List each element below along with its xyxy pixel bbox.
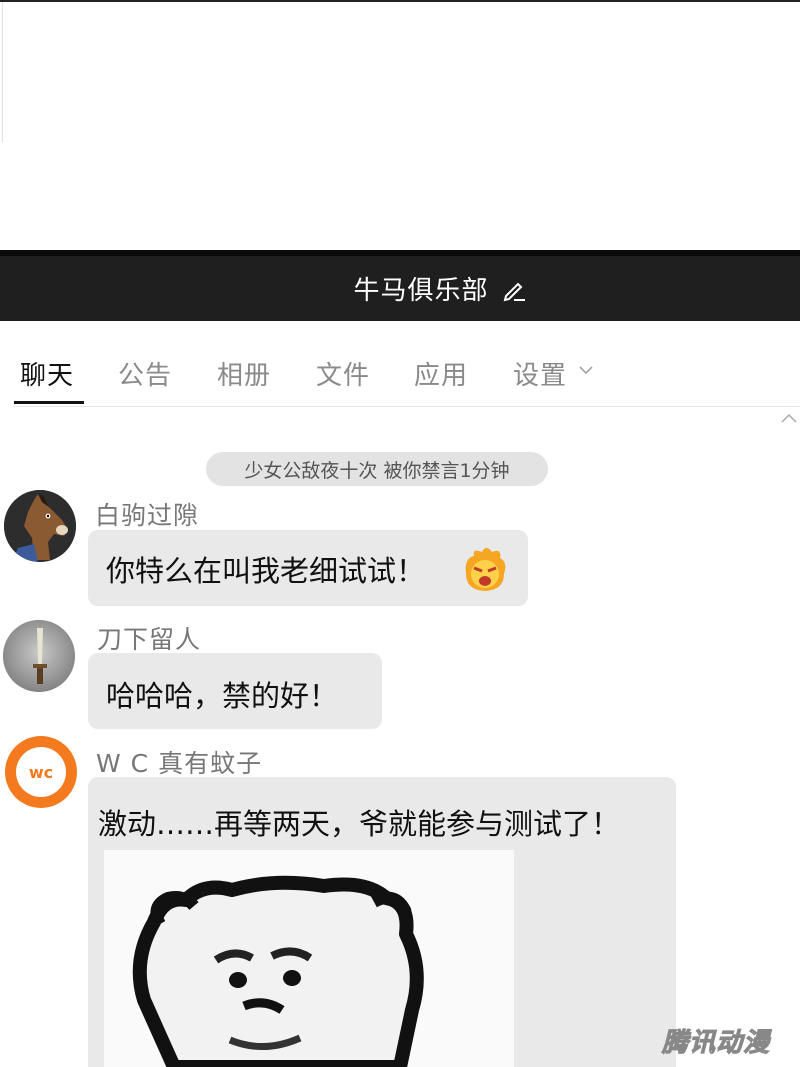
- group-header: 牛马俱乐部: [0, 250, 800, 321]
- group-title: 牛马俱乐部: [353, 276, 489, 306]
- tab-settings[interactable]: 设置: [513, 355, 567, 392]
- top-border: [0, 0, 800, 2]
- avatar-sword[interactable]: [3, 620, 75, 692]
- sender-name: W C 真有蚊子: [96, 749, 263, 778]
- sender-name: 刀下留人: [97, 625, 202, 654]
- avatar-horse[interactable]: [4, 490, 76, 562]
- message-text: 哈哈哈，禁的好！: [106, 679, 339, 713]
- message-bubble[interactable]: 哈哈哈，禁的好！: [88, 653, 382, 729]
- tab-bar: 聊天 公告 相册 文件 应用 设置: [0, 321, 800, 407]
- wc-logo: wc: [16, 747, 66, 797]
- avatar-wc[interactable]: wc: [5, 736, 77, 808]
- message-text: 你特么在叫我老细试试！: [106, 554, 426, 588]
- tab-divider: [14, 406, 800, 407]
- sender-name: 白驹过隙: [95, 501, 200, 530]
- tab-files[interactable]: 文件: [316, 355, 370, 392]
- blank-top-area: [0, 0, 800, 250]
- watermark-logo: 腾讯动漫: [661, 1028, 771, 1059]
- bear-meme-sticker[interactable]: [104, 850, 514, 1067]
- left-edge-line: [2, 2, 3, 142]
- horse-avatar-icon: [4, 490, 76, 562]
- sword-avatar-icon: [3, 620, 75, 692]
- bear-face-image-icon: [132, 875, 424, 1067]
- chevron-down-icon[interactable]: [578, 365, 594, 375]
- tab-apps[interactable]: 应用: [414, 355, 468, 392]
- message-text: 激动……再等两天，爷就能参与测试了！: [98, 807, 621, 841]
- mute-notice: 少女公敌夜十次 被你禁言1分钟: [206, 452, 548, 486]
- tab-announcement[interactable]: 公告: [118, 355, 172, 392]
- angry-face-emoji-icon: [465, 548, 506, 591]
- tab-chat[interactable]: 聊天: [20, 355, 74, 392]
- active-tab-indicator: [14, 401, 84, 404]
- edit-icon[interactable]: [501, 276, 527, 302]
- collapse-icon[interactable]: [780, 410, 798, 424]
- tab-album[interactable]: 相册: [217, 355, 271, 392]
